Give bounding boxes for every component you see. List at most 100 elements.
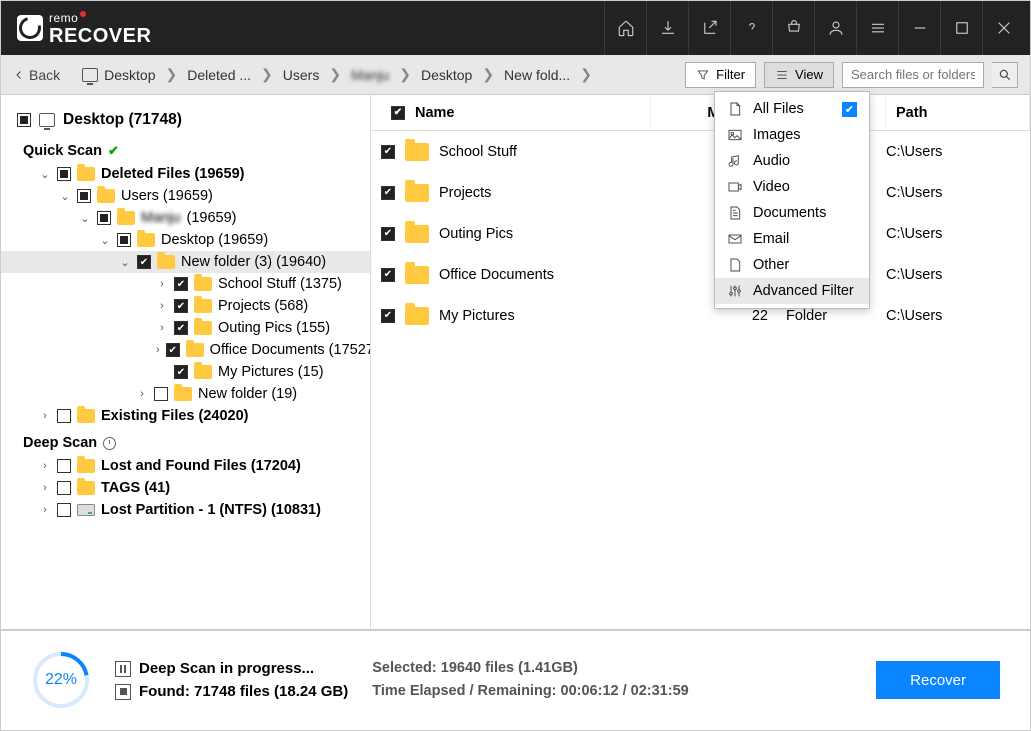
stop-button[interactable] (115, 684, 131, 700)
download-button[interactable] (646, 1, 688, 55)
chevron-right-icon[interactable]: › (156, 300, 168, 312)
tree-tags[interactable]: ›TAGS (41) (1, 477, 370, 499)
recover-button[interactable]: Recover (876, 661, 1000, 699)
checkbox-empty[interactable] (154, 387, 168, 401)
filter-advanced[interactable]: Advanced Filter (715, 278, 869, 304)
filter-all-files[interactable]: All Files✔ (715, 96, 869, 122)
breadcrumb-0[interactable]: Desktop (104, 67, 155, 83)
chevron-right-icon[interactable]: › (156, 278, 168, 290)
minimize-button[interactable] (898, 1, 940, 55)
chevron-right-icon: ❯ (580, 66, 592, 83)
pause-button[interactable] (115, 661, 131, 677)
checkbox-empty[interactable] (57, 409, 71, 423)
filter-label: Documents (753, 205, 826, 221)
filter-audio[interactable]: Audio (715, 148, 869, 174)
breadcrumb-4[interactable]: Desktop (421, 67, 472, 83)
breadcrumb-1[interactable]: Deleted ... (187, 67, 251, 83)
checkbox-checked[interactable]: ✔ (137, 255, 151, 269)
breadcrumb-3[interactable]: Manju (351, 67, 389, 83)
back-button[interactable]: Back (13, 67, 60, 83)
checkbox-empty[interactable] (57, 481, 71, 495)
filter-documents[interactable]: Documents (715, 200, 869, 226)
tree-lostpart[interactable]: ›Lost Partition - 1 (NTFS) (10831) (1, 499, 370, 521)
checkbox-checked[interactable]: ✔ (166, 343, 180, 357)
home-button[interactable] (604, 1, 646, 55)
close-button[interactable] (982, 1, 1024, 55)
column-path[interactable]: Path (886, 95, 1030, 130)
view-button[interactable]: View (764, 62, 834, 88)
table-row[interactable]: ✔School Stuff22FolderC:\Users (371, 131, 1030, 172)
folder-icon (194, 299, 212, 313)
chevron-down-icon[interactable]: ⌄ (59, 190, 71, 203)
main-area: Desktop (71748) Quick Scan ✔ ⌄Deleted Fi… (1, 95, 1030, 629)
folder-icon (194, 277, 212, 291)
tree-outing[interactable]: ›✔Outing Pics (155) (1, 317, 370, 339)
checkbox-mixed[interactable] (77, 189, 91, 203)
search-button[interactable] (992, 62, 1018, 88)
row-path: C:\Users (886, 185, 1030, 201)
checkbox-checked[interactable]: ✔ (174, 365, 188, 379)
table-row[interactable]: ✔Outing Pics22FolderC:\Users (371, 213, 1030, 254)
search-input[interactable] (843, 63, 983, 87)
logo-text-bold: RECOVER (49, 27, 151, 46)
tree-existing[interactable]: ›Existing Files (24020) (1, 405, 370, 427)
checkbox-checked[interactable]: ✔ (174, 321, 188, 335)
checkbox-checked[interactable]: ✔ (381, 145, 395, 159)
export-button[interactable] (688, 1, 730, 55)
chevron-right-icon[interactable]: › (39, 460, 51, 472)
tree-newfolder[interactable]: ›New folder (19) (1, 383, 370, 405)
checkbox-mixed[interactable] (117, 233, 131, 247)
tree-desktop[interactable]: ⌄Desktop (19659) (1, 229, 370, 251)
chevron-right-icon[interactable]: › (156, 322, 168, 334)
checkbox-mixed[interactable] (17, 113, 31, 127)
tree-label-blurred: Manju (141, 210, 181, 226)
help-button[interactable] (730, 1, 772, 55)
tree-office[interactable]: ›✔Office Documents (17527) (1, 339, 370, 361)
checkbox-checked[interactable]: ✔ (174, 277, 188, 291)
filter-email[interactable]: Email (715, 226, 869, 252)
column-name[interactable]: ✔Name (381, 95, 651, 130)
filter-video[interactable]: Video (715, 174, 869, 200)
breadcrumb-2[interactable]: Users (283, 67, 320, 83)
chevron-right-icon[interactable]: › (39, 504, 51, 516)
tree-pictures[interactable]: ✔My Pictures (15) (1, 361, 370, 383)
chevron-down-icon[interactable]: ⌄ (99, 234, 111, 247)
checkbox-mixed[interactable] (57, 167, 71, 181)
maximize-button[interactable] (940, 1, 982, 55)
checkbox-checked[interactable]: ✔ (381, 268, 395, 282)
tree-user[interactable]: ⌄Manju(19659) (1, 207, 370, 229)
chevron-right-icon[interactable]: › (136, 388, 148, 400)
checkbox-checked[interactable]: ✔ (381, 309, 395, 323)
chevron-down-icon[interactable]: ⌄ (39, 168, 51, 181)
menu-button[interactable] (856, 1, 898, 55)
chevron-right-icon[interactable]: › (156, 344, 160, 356)
filter-other[interactable]: Other (715, 252, 869, 278)
filter-images[interactable]: Images (715, 122, 869, 148)
tree-projects[interactable]: ›✔Projects (568) (1, 295, 370, 317)
table-row[interactable]: ✔Projects22FolderC:\Users (371, 172, 1030, 213)
tree-newfolder3[interactable]: ⌄✔New folder (3) (19640) (1, 251, 370, 273)
sidebar-root[interactable]: Desktop (71748) (1, 105, 370, 135)
checkbox-checked[interactable]: ✔ (174, 299, 188, 313)
tree-users[interactable]: ⌄Users (19659) (1, 185, 370, 207)
chevron-down-icon[interactable]: ⌄ (119, 256, 131, 269)
table-row[interactable]: ✔Office Documents22FolderC:\Users (371, 254, 1030, 295)
tree-school[interactable]: ›✔School Stuff (1375) (1, 273, 370, 295)
tree-lostfound[interactable]: ›Lost and Found Files (17204) (1, 455, 370, 477)
checkbox-empty[interactable] (57, 503, 71, 517)
checkbox-mixed[interactable] (97, 211, 111, 225)
tree-deleted-files[interactable]: ⌄Deleted Files (19659) (1, 163, 370, 185)
checkbox-select-all[interactable]: ✔ (391, 106, 405, 120)
folder-icon (77, 481, 95, 495)
cart-button[interactable] (772, 1, 814, 55)
breadcrumb-5[interactable]: New fold... (504, 67, 570, 83)
checkbox-checked[interactable]: ✔ (381, 227, 395, 241)
chevron-right-icon[interactable]: › (39, 410, 51, 422)
chevron-down-icon[interactable]: ⌄ (79, 212, 91, 225)
table-row[interactable]: ✔My Pictures22FolderC:\Users (371, 295, 1030, 336)
checkbox-empty[interactable] (57, 459, 71, 473)
chevron-right-icon[interactable]: › (39, 482, 51, 494)
checkbox-checked[interactable]: ✔ (381, 186, 395, 200)
user-button[interactable] (814, 1, 856, 55)
filter-button[interactable]: Filter (685, 62, 756, 88)
